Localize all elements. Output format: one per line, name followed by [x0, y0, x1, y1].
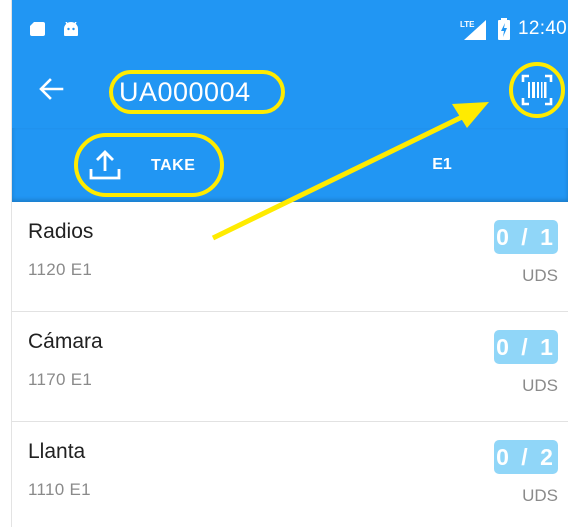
list-item[interactable]: Radios 1120 E1 0 / 1 UDS — [12, 202, 568, 312]
battery-charging-icon — [498, 18, 510, 40]
unit-label: UDS — [522, 486, 558, 505]
quantity-badge: 0 / 1 — [494, 220, 558, 254]
quantity-badge: 0 / 2 — [494, 440, 558, 474]
android-icon — [64, 22, 78, 36]
list-item[interactable]: Cámara 1170 E1 0 / 1 UDS — [12, 312, 568, 422]
item-code: 1170 E1 — [28, 370, 93, 389]
item-code: 1120 E1 — [28, 260, 93, 279]
signal-lte-icon: LTE — [460, 20, 486, 40]
item-name: Radios — [28, 220, 94, 243]
tab-take-label: TAKE — [151, 157, 196, 174]
unit-label: UDS — [522, 376, 558, 395]
status-bar: LTE 12:40 — [12, 0, 568, 52]
page-title: UA000004 — [119, 77, 251, 107]
tab-bar: TAKE E1 — [12, 128, 568, 202]
tab-take[interactable]: TAKE — [74, 133, 224, 197]
item-list: Radios 1120 E1 0 / 1 UDS Cámara 1170 E1 … — [12, 202, 568, 527]
tab-e1[interactable]: E1 — [382, 128, 502, 202]
unit-label: UDS — [522, 266, 558, 285]
item-code: 1110 E1 — [28, 480, 91, 499]
list-item[interactable]: Llanta 1110 E1 0 / 2 UDS — [12, 422, 568, 527]
item-name: Cámara — [28, 330, 103, 353]
network-type-label: LTE — [460, 20, 475, 29]
sd-card-icon — [30, 22, 45, 36]
item-name: Llanta — [28, 440, 86, 463]
app-screen: LTE 12:40 UA000004 TAKE E1 Radios 1120 E… — [11, 0, 568, 527]
quantity-badge: 0 / 1 — [494, 330, 558, 364]
upload-icon — [89, 150, 121, 180]
status-time: 12:40 — [518, 18, 568, 39]
arrow-left-icon[interactable] — [38, 76, 64, 102]
barcode-scan-icon[interactable] — [521, 74, 553, 106]
app-bar: UA000004 — [12, 52, 568, 128]
